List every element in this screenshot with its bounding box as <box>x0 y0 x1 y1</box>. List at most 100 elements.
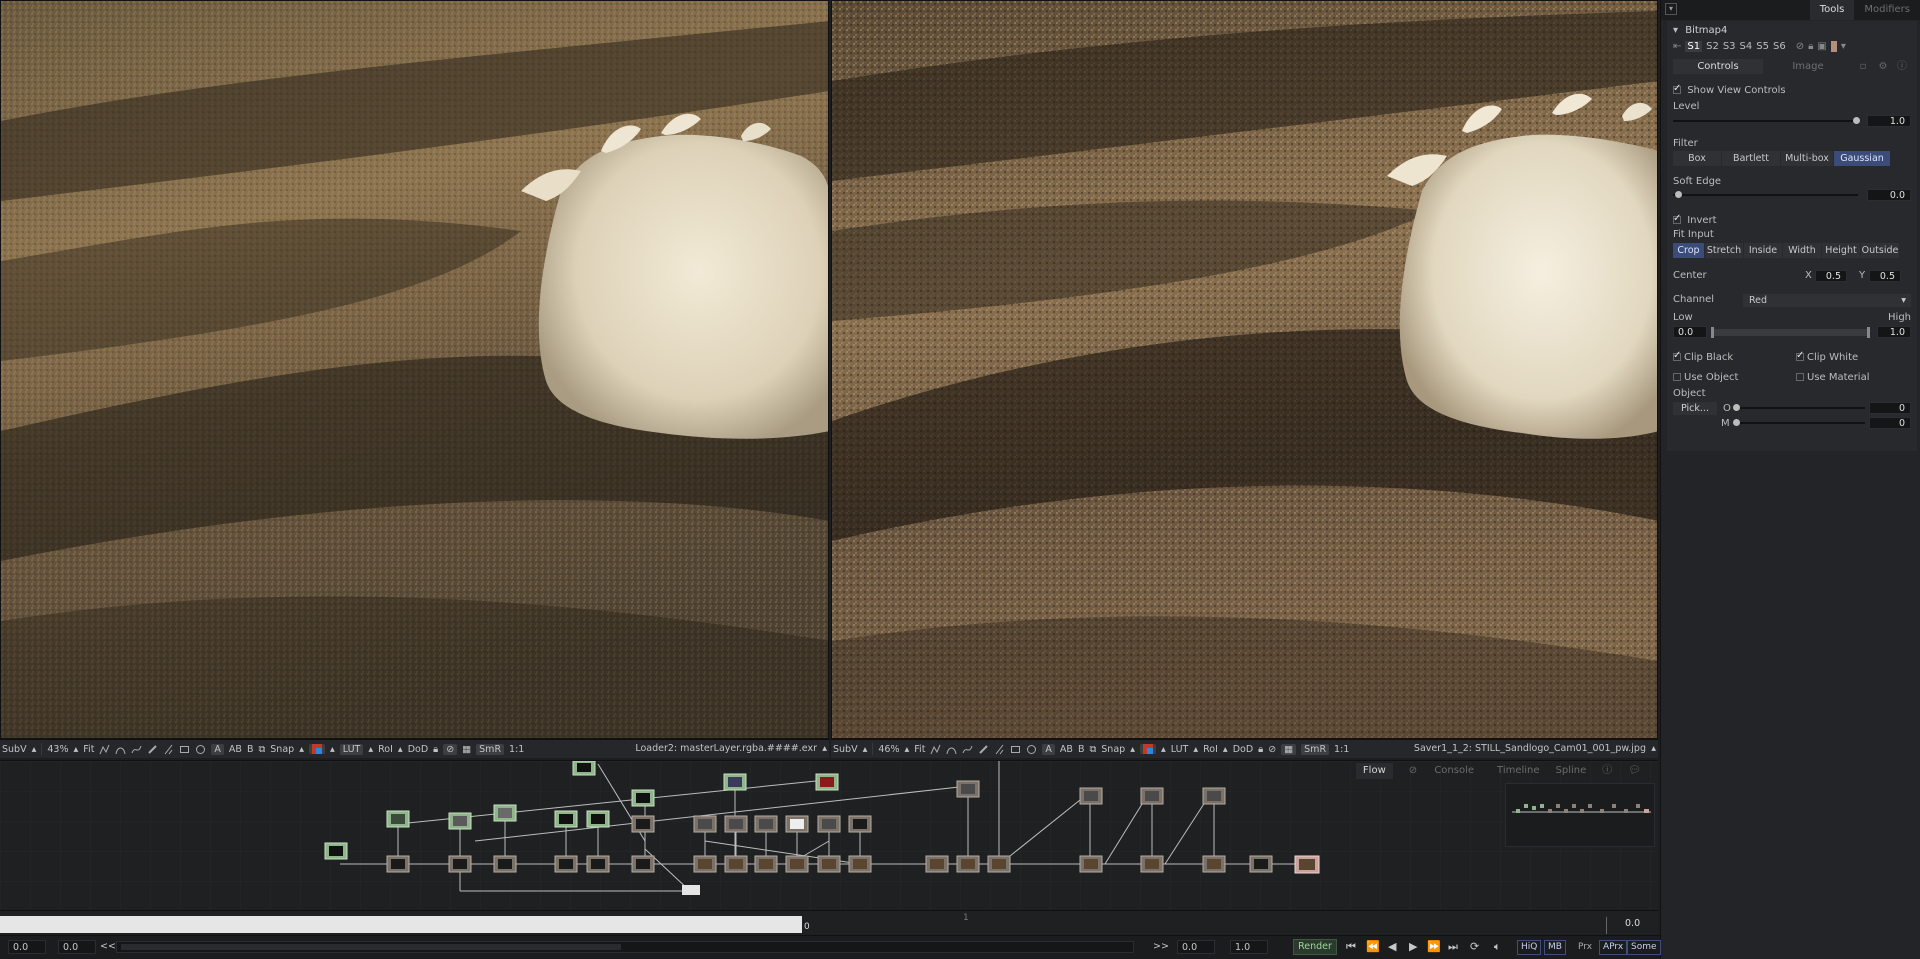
smr-button[interactable]: SmR <box>1301 743 1330 755</box>
fit-button[interactable]: Fit <box>914 744 925 755</box>
slot-s1[interactable]: S1 <box>1685 41 1703 52</box>
bezier-tool-icon[interactable] <box>131 744 142 755</box>
expand-arrow-icon[interactable]: ▾ <box>1673 25 1678 36</box>
flow-navigator[interactable] <box>1505 783 1655 847</box>
tab-flow[interactable]: Flow <box>1355 763 1393 779</box>
invert-checkbox[interactable] <box>1673 213 1681 224</box>
roi-dropdown-icon[interactable]: ▴ <box>1223 744 1228 755</box>
low-value[interactable]: 0.0 <box>1673 326 1707 338</box>
level-value[interactable]: 1.0 <box>1867 115 1911 127</box>
high-value[interactable]: 1.0 <box>1877 326 1911 338</box>
snap-button[interactable]: Snap <box>1101 744 1125 755</box>
soft-edge-slider-track[interactable] <box>1673 194 1858 196</box>
ratio-button[interactable]: 1:1 <box>1334 744 1349 755</box>
tab-settings-icon[interactable]: ⚙ <box>1873 59 1893 74</box>
roi-dropdown-icon[interactable]: ▴ <box>398 744 403 755</box>
level-slider-knob[interactable] <box>1853 117 1860 124</box>
snap-button[interactable]: Snap <box>270 744 294 755</box>
panel-collapse-icon[interactable]: ▾ <box>1665 3 1677 15</box>
audio-icon[interactable]: 🔈︎ <box>1494 940 1501 954</box>
zoom-dropdown-icon[interactable]: ▴ <box>74 744 79 755</box>
fit-height[interactable]: Height <box>1822 243 1860 258</box>
smr-button[interactable]: SmR <box>476 743 505 755</box>
fit-crop[interactable]: Crop <box>1673 243 1704 258</box>
bspline-tool-icon[interactable] <box>946 744 957 755</box>
fit-outside[interactable]: Outside <box>1861 243 1899 258</box>
color-channel-icon[interactable] <box>308 744 325 754</box>
tab-timeline[interactable]: Timeline <box>1490 763 1547 779</box>
node-graph[interactable] <box>0 761 1658 909</box>
render-end-field[interactable]: 0.0 <box>1177 940 1215 954</box>
m-value[interactable]: 0 <box>1869 417 1911 429</box>
prx-button[interactable]: Prx <box>1578 942 1592 952</box>
clip-black-checkbox[interactable] <box>1673 350 1681 361</box>
show-view-controls-checkbox[interactable] <box>1673 83 1681 94</box>
use-material-option[interactable]: Use Material <box>1796 372 1870 383</box>
o-value[interactable]: 0 <box>1869 402 1911 414</box>
magnet-tool-icon[interactable] <box>163 744 174 755</box>
play-reverse-icon[interactable]: ◀ <box>1388 940 1396 953</box>
mb-button[interactable]: MB <box>1544 940 1566 955</box>
viewer-menu-icon[interactable]: ▴ <box>1651 743 1656 754</box>
loop-icon[interactable]: ⟳ <box>1470 940 1479 953</box>
viewer-right[interactable] <box>831 0 1658 739</box>
pick-button[interactable]: Pick... <box>1673 402 1717 415</box>
go-to-end-icon[interactable]: ⏭ <box>1448 940 1458 954</box>
o-slider-track[interactable] <box>1735 407 1865 409</box>
subview-button[interactable]: SubV <box>833 744 858 755</box>
o-slider-knob[interactable] <box>1733 404 1740 411</box>
play-icon[interactable]: ▶ <box>1409 940 1417 953</box>
polyline-tool-icon[interactable] <box>930 744 941 755</box>
roi-button[interactable]: RoI <box>1203 744 1218 755</box>
ellipse-tool-icon[interactable] <box>1026 744 1037 755</box>
tool-header[interactable]: ▾ Bitmap4 <box>1673 25 1911 36</box>
step-forward-icon[interactable]: ⏩ <box>1427 940 1441 953</box>
time-slider-range[interactable] <box>121 944 621 950</box>
subview-dropdown-icon[interactable]: ▴ <box>32 744 37 755</box>
m-slider-track[interactable] <box>1735 422 1865 424</box>
zoom-level[interactable]: 43% <box>47 744 68 755</box>
subview-button[interactable]: SubV <box>2 744 27 755</box>
invert-option[interactable]: Invert <box>1673 213 1911 226</box>
current-time[interactable]: 0.0 <box>1625 918 1640 929</box>
snap-dropdown-icon[interactable]: ▴ <box>1130 744 1135 755</box>
lut-button[interactable]: LUT <box>1171 744 1189 755</box>
ellipse-tool-icon[interactable] <box>195 744 206 755</box>
snap-dropdown-icon[interactable]: ▴ <box>299 744 304 755</box>
show-view-controls[interactable]: Show View Controls <box>1673 83 1911 96</box>
lut-dropdown-icon[interactable]: ▴ <box>1193 744 1198 755</box>
go-to-start-icon[interactable]: ⏮ <box>1346 940 1356 954</box>
use-material-checkbox[interactable] <box>1796 373 1804 381</box>
lock-icon[interactable]: 🔒︎ <box>1808 41 1813 52</box>
global-end-field[interactable]: 1.0 <box>1230 940 1268 954</box>
lut-dropdown-icon[interactable]: ▴ <box>368 744 373 755</box>
tab-image[interactable]: Image <box>1763 59 1853 74</box>
magnet-tool-icon[interactable] <box>994 744 1005 755</box>
roi-button[interactable]: RoI <box>378 744 393 755</box>
step-back-icon[interactable]: ⏪ <box>1366 940 1380 953</box>
rectangle-tool-icon[interactable] <box>1010 744 1021 755</box>
ab-swap-icon[interactable]: AB <box>1060 744 1073 755</box>
some-button[interactable]: Some <box>1627 940 1661 955</box>
dod-button[interactable]: DoD <box>1233 744 1253 755</box>
filter-gaussian[interactable]: Gaussian <box>1834 151 1890 166</box>
dod-button[interactable]: DoD <box>408 744 428 755</box>
level-slider-track[interactable] <box>1673 120 1858 122</box>
polyline-tool-icon[interactable] <box>99 744 110 755</box>
hiq-button[interactable]: HiQ <box>1517 940 1542 955</box>
split-icon[interactable]: ⧉ <box>1089 744 1096 755</box>
lut-button[interactable]: LUT <box>339 743 364 755</box>
lock-icon[interactable]: 🔒︎ <box>433 744 438 755</box>
viewer-menu-icon[interactable]: ▴ <box>822 743 827 754</box>
color-channel-icon[interactable] <box>1139 744 1156 754</box>
soft-edge-value[interactable]: 0.0 <box>1867 189 1911 201</box>
buffer-a-button[interactable]: A <box>1042 743 1055 755</box>
buffer-b-button[interactable]: B <box>1078 744 1085 755</box>
zoom-dropdown-icon[interactable]: ▴ <box>905 744 910 755</box>
options-dropdown-icon[interactable]: ▾ <box>1841 41 1846 52</box>
time-slider[interactable] <box>116 941 1134 953</box>
soft-edge-slider-knob[interactable] <box>1675 191 1682 198</box>
tab-controls[interactable]: Controls <box>1673 59 1763 74</box>
checker-icon[interactable]: ▦ <box>1281 743 1297 755</box>
slash-icon[interactable]: ⊘ <box>443 743 458 755</box>
